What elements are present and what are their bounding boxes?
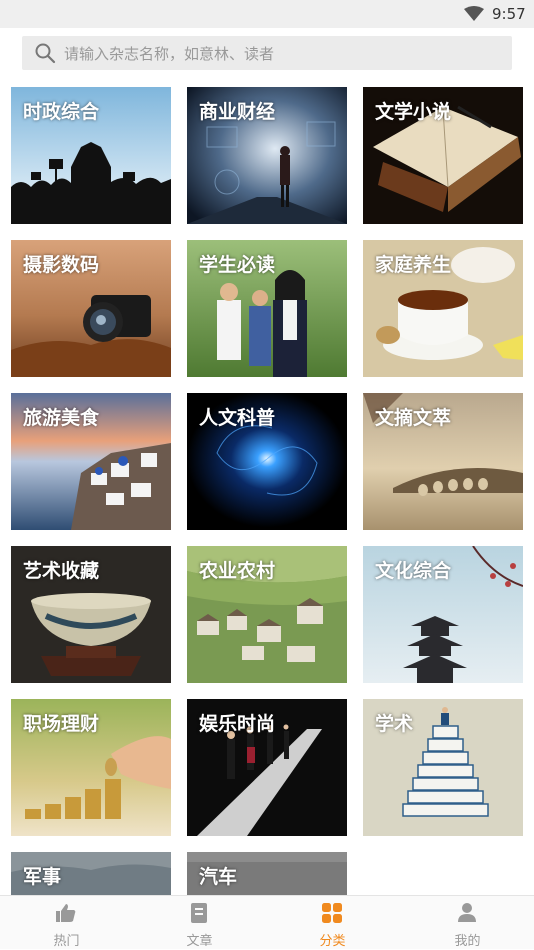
category-tile-digest[interactable]: 文摘文萃 [363,393,523,530]
category-label: 汽车 [199,866,238,888]
category-tile-agriculture[interactable]: 农业农村 [187,546,347,683]
category-label: 农业农村 [199,560,276,582]
category-label: 娱乐时尚 [199,713,276,735]
wifi-icon [464,6,484,21]
document-icon [191,903,207,923]
bottom-tab-bar: 热门 文章 分类 我的 [0,895,534,949]
category-label: 商业财经 [199,101,276,123]
category-label: 文学小说 [375,101,452,123]
category-tile-military[interactable]: 军事 [11,852,171,895]
thumbs-up-icon [56,904,76,922]
tab-hot[interactable]: 热门 [0,896,133,950]
category-grid: 时政综合 商业财经 文学小说 摄影数码 学生必读 家庭养生 旅游美食 人文科普 … [0,80,534,895]
category-tile-entertainment[interactable]: 娱乐时尚 [187,699,347,836]
category-tile-academic[interactable]: 学术 [363,699,523,836]
category-tile-travel[interactable]: 旅游美食 [11,393,171,530]
tab-label: 我的 [454,934,481,949]
category-tile-politics[interactable]: 时政综合 [11,87,171,224]
category-tile-students[interactable]: 学生必读 [187,240,347,377]
category-label: 学生必读 [199,254,276,276]
tab-profile[interactable]: 我的 [401,896,534,950]
category-label: 摄影数码 [23,254,100,276]
search-placeholder: 请输入杂志名称，如意林、读者 [64,45,275,63]
category-tile-art[interactable]: 艺术收藏 [11,546,171,683]
category-label: 学术 [375,713,414,735]
category-label: 职场理财 [23,713,100,735]
status-bar: 9:57 [0,0,534,28]
category-tile-literature[interactable]: 文学小说 [363,87,523,224]
search-area: 请输入杂志名称，如意林、读者 [0,28,534,80]
tab-label: 分类 [319,934,346,949]
status-time: 9:57 [492,5,526,23]
tab-categories[interactable]: 分类 [266,896,399,950]
search-icon [35,43,56,64]
category-label: 人文科普 [199,407,276,429]
tab-label: 热门 [53,934,80,949]
category-label: 军事 [23,866,62,888]
category-tile-culture[interactable]: 文化综合 [363,546,523,683]
search-input[interactable]: 请输入杂志名称，如意林、读者 [22,36,512,70]
grid-icon [322,903,342,923]
category-tile-career[interactable]: 职场理财 [11,699,171,836]
category-label: 旅游美食 [23,407,100,429]
user-icon [458,903,476,922]
tab-articles[interactable]: 文章 [133,896,266,950]
category-label: 家庭养生 [375,254,452,276]
category-label: 文化综合 [375,560,452,582]
category-tile-business[interactable]: 商业财经 [187,87,347,224]
category-label: 时政综合 [23,101,100,123]
category-tile-photography[interactable]: 摄影数码 [11,240,171,377]
category-label: 艺术收藏 [23,560,100,582]
category-tile-health[interactable]: 家庭养生 [363,240,523,377]
category-tile-auto[interactable]: 汽车 [187,852,347,895]
category-label: 文摘文萃 [375,407,452,429]
tab-label: 文章 [186,934,213,949]
category-tile-science[interactable]: 人文科普 [187,393,347,530]
